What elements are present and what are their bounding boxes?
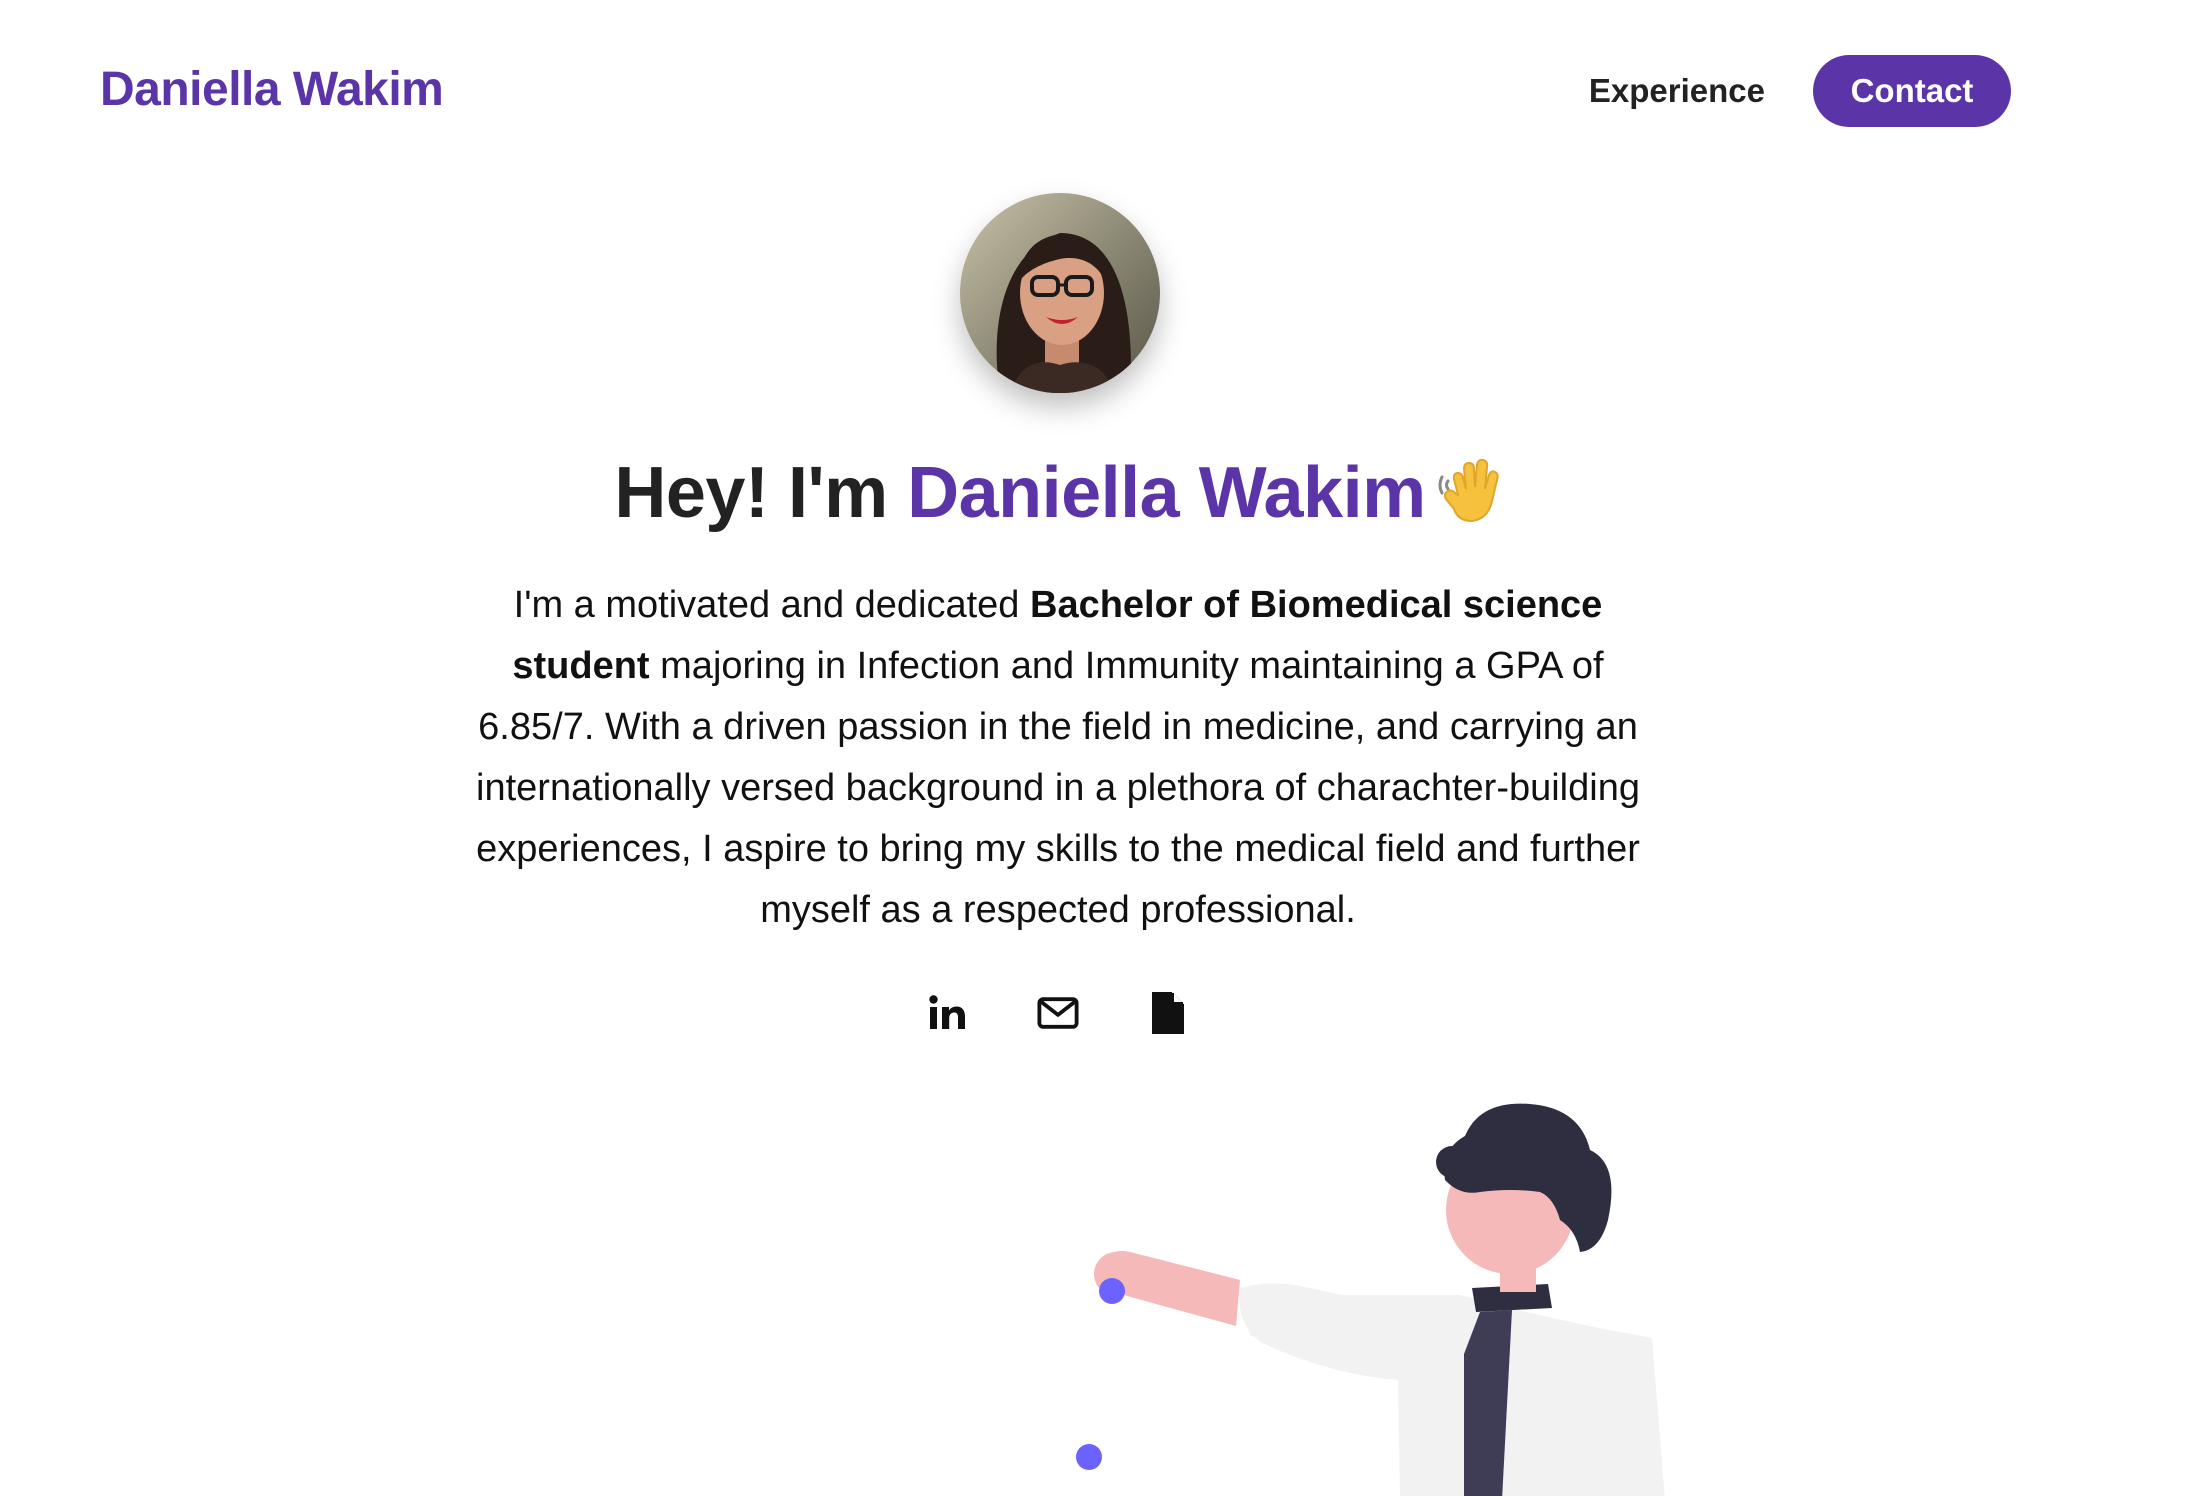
profile-avatar	[960, 193, 1160, 393]
page: Daniella Wakim Experience Contact Hey! I…	[0, 0, 2200, 1496]
bio-text-1: I'm a motivated and dedicated	[513, 584, 1030, 626]
document-icon[interactable]	[1147, 992, 1189, 1034]
nav-experience-link[interactable]: Experience	[1589, 72, 1765, 110]
social-links	[0, 992, 2116, 1034]
hero-name: Daniella Wakim	[907, 453, 1426, 533]
bio-paragraph: I'm a motivated and dedicated Bachelor o…	[458, 575, 1658, 941]
waving-hand-icon	[1436, 455, 1502, 542]
top-nav: Experience Contact	[1589, 55, 2011, 127]
hero-heading: Hey! I'm Daniella Wakim	[0, 452, 2116, 542]
site-brand[interactable]: Daniella Wakim	[100, 62, 444, 117]
email-icon[interactable]	[1037, 992, 1079, 1034]
linkedin-icon[interactable]	[927, 992, 969, 1034]
person-illustration	[1040, 1080, 1680, 1496]
contact-button[interactable]: Contact	[1813, 55, 2011, 127]
hero-greeting: Hey! I'm	[614, 453, 908, 533]
bio-text-2: majoring in Infection and Immunity maint…	[476, 645, 1640, 931]
